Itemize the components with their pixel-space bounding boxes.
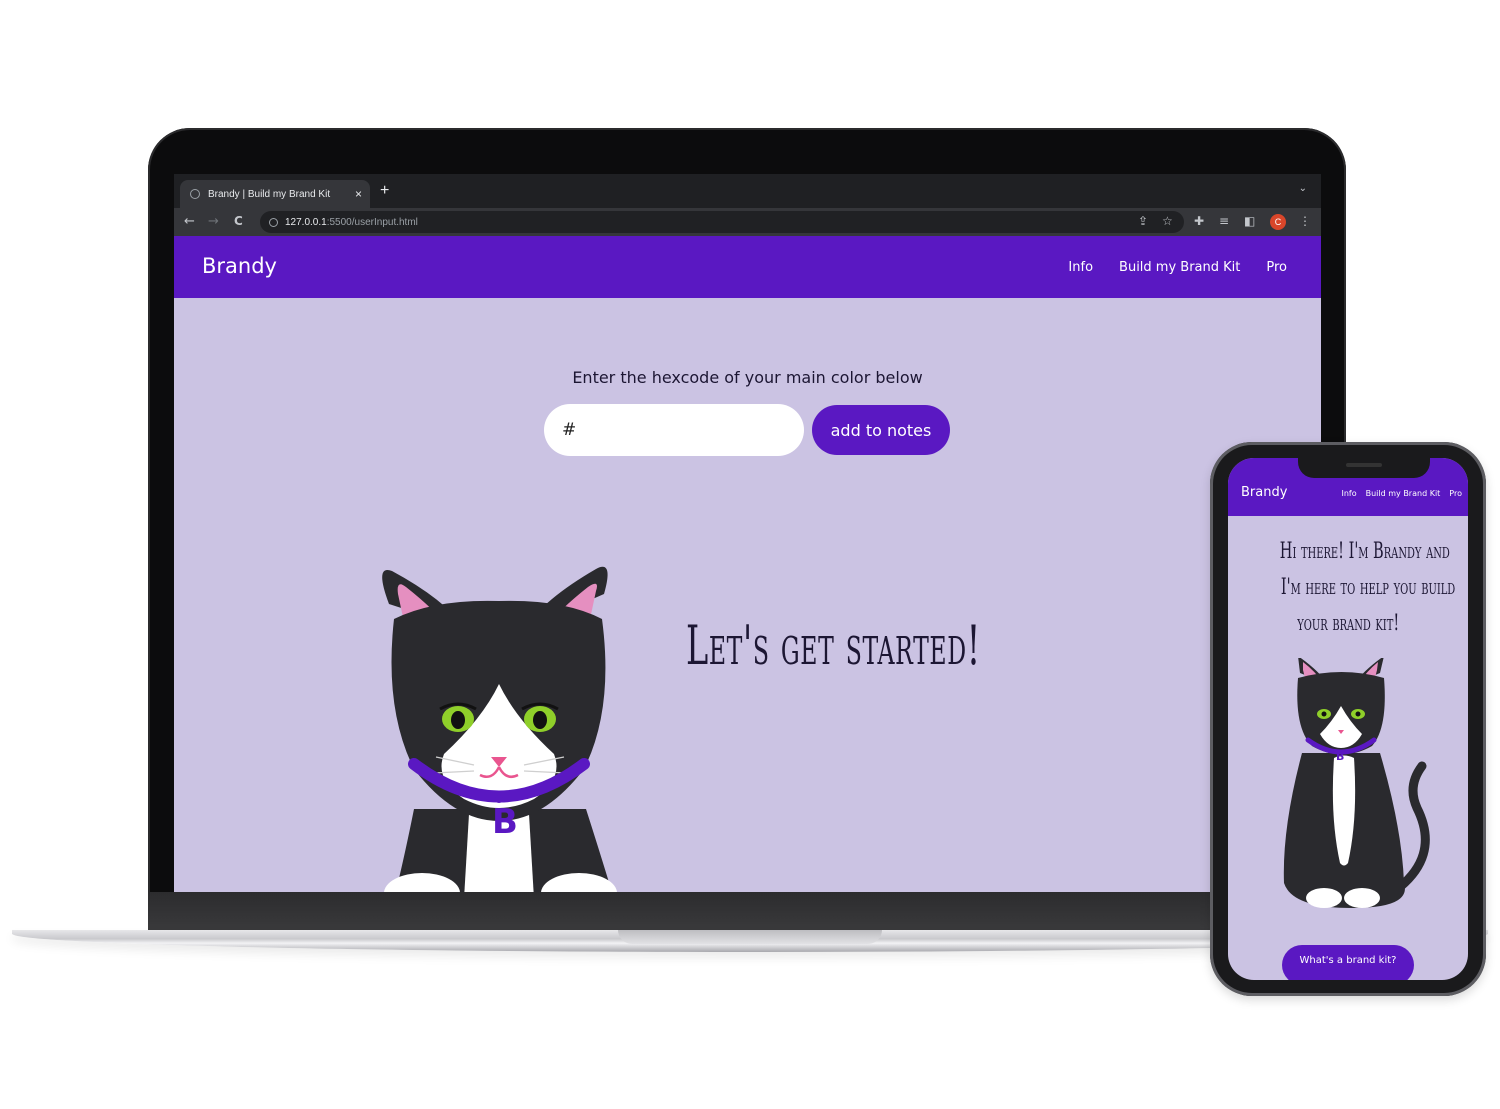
reload-button[interactable]: C (234, 214, 243, 228)
phone-speaker (1346, 463, 1382, 467)
back-button[interactable]: ← (184, 214, 195, 229)
info-icon[interactable] (269, 217, 278, 227)
mobile-brand-logo[interactable]: Brandy (1241, 485, 1287, 500)
sidepanel-icon[interactable]: ◧ (1244, 214, 1255, 228)
mobile-nav-build-brand-kit[interactable]: Build my Brand Kit (1366, 489, 1441, 498)
nav-pro[interactable]: Pro (1266, 260, 1287, 275)
mobile-cat-illustration (1283, 658, 1430, 908)
hexcode-prompt: Enter the hexcode of your main color bel… (572, 368, 923, 387)
add-to-notes-button[interactable]: add to notes (812, 405, 950, 455)
cat-illustration (382, 566, 617, 892)
collar-tag-letter: B (492, 802, 518, 842)
profile-avatar[interactable]: C (1270, 214, 1286, 230)
mobile-collar-tag-letter: B (1336, 750, 1345, 763)
menu-icon[interactable]: ⋮ (1299, 214, 1311, 228)
url-path: :5500/userInput.html (326, 216, 418, 228)
phone-screen: Brandy Info Build my Brand Kit Pro Hi th… (1228, 458, 1468, 980)
mobile-nav-links: Info Build my Brand Kit Pro (1341, 489, 1462, 498)
mobile-heading-line: your brand kit! (1297, 611, 1399, 636)
new-tab-button[interactable]: + (380, 182, 389, 200)
share-icon[interactable]: ⇪ (1138, 214, 1148, 228)
site-navbar: Brandy Info Build my Brand Kit Pro (174, 236, 1321, 298)
brand-logo[interactable]: Brandy (202, 254, 277, 278)
browser-tab[interactable]: Brandy | Build my Brand Kit × (180, 180, 370, 208)
mobile-heading-line: I'm here to help you build (1280, 575, 1456, 600)
browser-toolbar: ← → C 127.0.0.1 :5500/userInput.html ⇪ ☆… (174, 208, 1321, 236)
mobile-welcome-heading: Hi there! I'm Brandy and I'm here to hel… (1236, 534, 1460, 642)
browser-tab-bar: Brandy | Build my Brand Kit × + ⌄ (174, 174, 1321, 208)
globe-icon (190, 189, 200, 199)
mobile-heading-line: Hi there! I'm Brandy and (1279, 539, 1450, 564)
star-icon[interactable]: ☆ (1162, 214, 1173, 228)
phone-frame: Brandy Info Build my Brand Kit Pro Hi th… (1210, 442, 1486, 996)
laptop-opening-notch (618, 930, 882, 944)
media-icon[interactable]: ≡ (1219, 214, 1229, 228)
mobile-nav-pro[interactable]: Pro (1449, 489, 1462, 498)
mockup-stage: Brandy | Build my Brand Kit × + ⌄ ← → C … (0, 0, 1500, 1109)
laptop-screen: Brandy | Build my Brand Kit × + ⌄ ← → C … (174, 174, 1321, 892)
headline: Let's get started! (686, 614, 981, 677)
chevron-down-icon[interactable]: ⌄ (1299, 183, 1307, 194)
tab-title: Brandy | Build my Brand Kit (208, 188, 331, 200)
nav-build-brand-kit[interactable]: Build my Brand Kit (1119, 260, 1240, 275)
whats-a-brand-kit-button[interactable]: What's a brand kit? (1282, 945, 1414, 980)
nav-info[interactable]: Info (1068, 260, 1093, 275)
forward-button[interactable]: → (208, 214, 219, 229)
extensions-icon[interactable]: ✚ (1194, 214, 1204, 228)
nav-links: Info Build my Brand Kit Pro (1068, 260, 1287, 275)
url-host: 127.0.0.1 (285, 216, 327, 228)
phone-notch (1298, 458, 1430, 478)
mobile-nav-info[interactable]: Info (1341, 489, 1356, 498)
close-icon[interactable]: × (355, 187, 362, 201)
address-bar[interactable]: 127.0.0.1 :5500/userInput.html (260, 211, 1184, 233)
hexcode-input[interactable] (544, 404, 804, 456)
laptop-hinge (148, 892, 1346, 932)
